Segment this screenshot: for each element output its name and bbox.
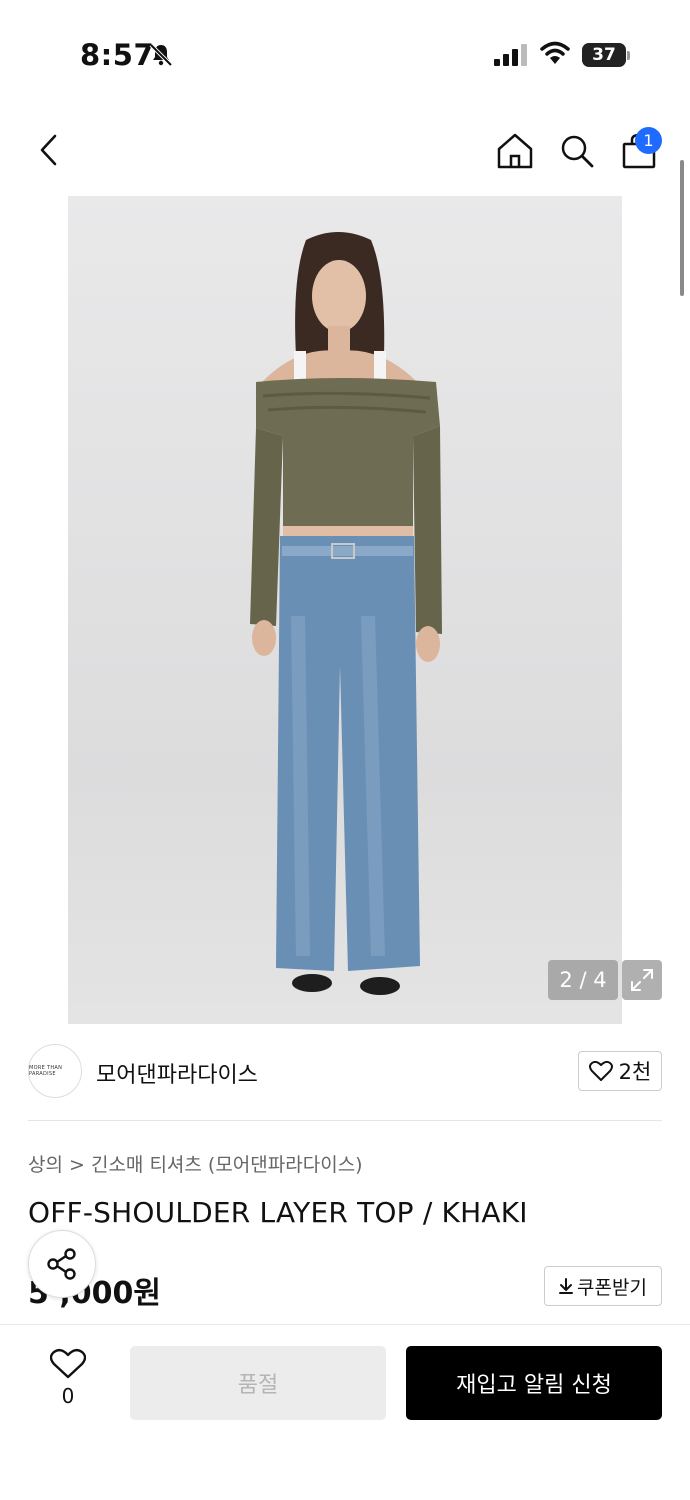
breadcrumb[interactable]: 상의 > 긴소매 티셔츠 (모어댄파라다이스) — [28, 1150, 363, 1177]
wishlist-count: 0 — [61, 1384, 75, 1408]
coupon-label: 쿠폰받기 — [577, 1276, 647, 1299]
share-button[interactable] — [28, 1230, 96, 1298]
wishlist-button[interactable]: 0 — [48, 1348, 88, 1418]
home-icon — [497, 133, 533, 169]
heart-icon — [50, 1348, 86, 1379]
home-button[interactable] — [492, 128, 538, 174]
divider — [28, 1120, 662, 1121]
chevron-left-icon — [40, 134, 57, 166]
brand-name[interactable]: 모어댄파라다이스 — [96, 1057, 258, 1089]
brand-like-button[interactable]: 2천 — [578, 1051, 662, 1091]
image-counter: 2 / 4 — [548, 960, 618, 1000]
download-icon — [559, 1278, 574, 1294]
wifi-icon — [540, 41, 570, 64]
bottom-bar-divider — [0, 1324, 690, 1325]
brand-logo[interactable]: MORE THAN PARADISE — [28, 1044, 82, 1098]
battery-indicator: 37 — [582, 43, 626, 67]
back-button[interactable] — [26, 128, 70, 172]
cellular-signal-icon — [494, 44, 527, 66]
model-photo — [250, 232, 442, 995]
brand-like-count: 2천 — [618, 1060, 652, 1084]
search-button[interactable] — [554, 128, 600, 174]
battery-cap — [627, 51, 630, 60]
cart-count-badge: 1 — [635, 127, 662, 154]
search-icon — [561, 135, 594, 168]
share-icon — [47, 1248, 76, 1280]
expand-icon — [631, 969, 653, 991]
brand-logo-text: MORE THAN PARADISE — [29, 1065, 63, 1077]
coupon-button[interactable]: 쿠폰받기 — [544, 1266, 662, 1306]
heart-icon — [588, 1060, 613, 1081]
soldout-button[interactable]: 품절 — [130, 1346, 386, 1420]
scrollbar[interactable] — [680, 160, 684, 296]
status-time: 8:57 — [80, 38, 155, 72]
product-title: OFF-SHOULDER LAYER TOP / KHAKI — [28, 1196, 528, 1229]
restock-alert-button[interactable]: 재입고 알림 신청 — [406, 1346, 662, 1420]
bell-muted-icon — [149, 43, 173, 67]
expand-image-button[interactable] — [622, 960, 662, 1000]
product-image[interactable] — [68, 196, 622, 1024]
